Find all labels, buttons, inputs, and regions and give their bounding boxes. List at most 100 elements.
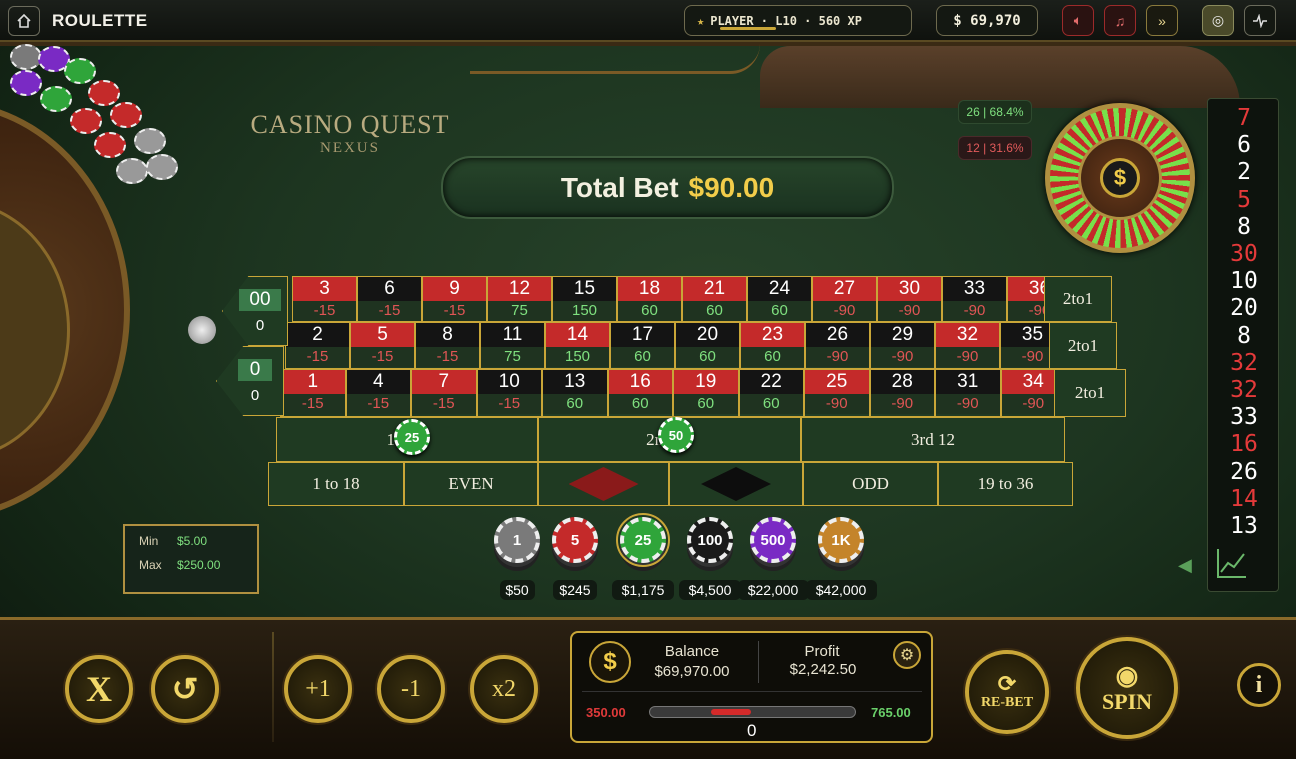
- number-cell[interactable]: 14 150: [545, 322, 610, 369]
- number-cell[interactable]: 6 -15: [357, 276, 422, 322]
- spin-button[interactable]: ◉ SPIN: [1076, 637, 1178, 739]
- number-cell[interactable]: 25 -90: [804, 369, 870, 417]
- trend-chart-icon[interactable]: [1215, 546, 1249, 580]
- chip-5[interactable]: 5: [552, 517, 598, 563]
- number-cell[interactable]: 12 75: [487, 276, 552, 322]
- number-cell[interactable]: 7 -15: [411, 369, 477, 417]
- number-label: 12: [488, 277, 551, 301]
- number-label: 7: [412, 370, 476, 394]
- number-cell[interactable]: 22 60: [738, 369, 804, 417]
- dollar-coin-icon: $: [589, 641, 631, 683]
- chip-100[interactable]: 100: [687, 517, 733, 563]
- zero-label: 0: [237, 358, 273, 381]
- profit-slider[interactable]: [649, 706, 856, 718]
- number-cell[interactable]: 9 -15: [422, 276, 487, 322]
- chip-total-amount: $245: [553, 580, 597, 600]
- number-payout: -15: [423, 301, 486, 321]
- target-button[interactable]: ◎: [1202, 5, 1234, 36]
- dozen-bet-cell[interactable]: 3rd 12: [801, 417, 1065, 462]
- balance-pill[interactable]: $ 69,970: [936, 5, 1038, 36]
- number-payout: 75: [481, 347, 544, 367]
- rebet-icon: ⟳: [997, 671, 1017, 696]
- number-payout: 60: [543, 394, 607, 414]
- collapse-arrow-icon[interactable]: ◀: [1178, 555, 1192, 576]
- number-label: 31: [936, 370, 1000, 394]
- number-cell[interactable]: 33 -90: [942, 276, 1007, 322]
- number-cell[interactable]: 8 -15: [415, 322, 480, 369]
- number-cell[interactable]: 18 60: [617, 276, 682, 322]
- number-cell[interactable]: 10 -15: [476, 369, 542, 417]
- number-cell[interactable]: 2 -15: [285, 322, 350, 369]
- decrease-bet-button[interactable]: -1: [377, 655, 445, 723]
- clear-bets-button[interactable]: X: [65, 655, 133, 723]
- increase-bet-button[interactable]: +1: [284, 655, 352, 723]
- number-label: 11: [481, 323, 544, 347]
- black-bet-cell[interactable]: [669, 462, 803, 506]
- sound-button[interactable]: 🔈︎: [1062, 5, 1094, 36]
- chip-total-amount: $42,000: [805, 580, 877, 600]
- even-bet-cell[interactable]: EVEN: [404, 462, 538, 506]
- number-cell[interactable]: 20 60: [675, 322, 740, 369]
- undo-button[interactable]: ↺: [151, 655, 219, 723]
- player-level-label: PLAYER · L10 · 560 XP: [710, 13, 862, 28]
- number-cell[interactable]: 16 60: [607, 369, 673, 417]
- music-button[interactable]: ♫: [1104, 5, 1136, 36]
- red-bet-cell[interactable]: [538, 462, 669, 506]
- number-cell[interactable]: 28 -90: [869, 369, 935, 417]
- panel-separator: [582, 691, 922, 692]
- placed-chip[interactable]: 50: [658, 417, 694, 453]
- chip-total-amount: $4,500: [679, 580, 741, 600]
- odd-bet-cell[interactable]: ODD: [803, 462, 938, 506]
- settings-button[interactable]: ⚙: [893, 641, 921, 669]
- home-button[interactable]: [8, 6, 40, 36]
- number-cell[interactable]: 27 -90: [812, 276, 877, 322]
- number-label: 10: [477, 370, 541, 394]
- number-cell[interactable]: 30 -90: [877, 276, 942, 322]
- history-number: 6: [1237, 132, 1251, 159]
- placed-chip[interactable]: 25: [394, 419, 430, 455]
- history-number: 7: [1237, 105, 1251, 131]
- number-cell[interactable]: 21 60: [682, 276, 747, 322]
- number-cell[interactable]: 5 -15: [350, 322, 415, 369]
- number-cell[interactable]: 15 150: [552, 276, 617, 322]
- chip-25[interactable]: 25: [616, 513, 670, 567]
- number-cell[interactable]: 29 -90: [870, 322, 935, 369]
- column-bet-cell[interactable]: 2to1: [1054, 369, 1126, 417]
- high-bet-cell[interactable]: 19 to 36: [938, 462, 1073, 506]
- column-bet-cell[interactable]: 2to1: [1049, 322, 1117, 369]
- chip-pile-decoration: [6, 44, 186, 214]
- number-cell[interactable]: 4 -15: [345, 369, 411, 417]
- history-number: 32: [1230, 349, 1258, 376]
- info-icon: i: [1255, 671, 1263, 698]
- number-label: 8: [416, 323, 479, 347]
- chip-500[interactable]: 500: [750, 517, 796, 563]
- number-cell[interactable]: 13 60: [542, 369, 608, 417]
- number-cell[interactable]: 32 -90: [935, 322, 1000, 369]
- player-level-pill[interactable]: ★ PLAYER · L10 · 560 XP: [684, 5, 912, 36]
- info-button[interactable]: i: [1237, 663, 1281, 707]
- number-cell[interactable]: 26 -90: [805, 322, 870, 369]
- stats-button[interactable]: [1244, 5, 1276, 36]
- number-cell[interactable]: 17 60: [610, 322, 675, 369]
- music-note-icon: ♫: [1114, 12, 1126, 29]
- number-label: 21: [683, 277, 746, 301]
- number-cell[interactable]: 23 60: [740, 322, 805, 369]
- double-zero-label: 00: [239, 288, 281, 311]
- number-cell[interactable]: 3 -15: [292, 276, 357, 322]
- history-number: 8: [1237, 322, 1251, 349]
- chip-1K[interactable]: 1K: [818, 517, 864, 563]
- double-bet-button[interactable]: x2: [470, 655, 538, 723]
- logo-title: CASINO QUEST: [250, 110, 450, 139]
- fast-forward-button[interactable]: »: [1146, 5, 1178, 36]
- history-number: 30: [1230, 241, 1258, 267]
- column-bet-cell[interactable]: 2to1: [1044, 276, 1112, 322]
- number-cell[interactable]: 11 75: [480, 322, 545, 369]
- number-cell[interactable]: 31 -90: [935, 369, 1001, 417]
- low-bet-cell[interactable]: 1 to 18: [268, 462, 404, 506]
- chip-1[interactable]: 1: [494, 517, 540, 563]
- number-cell[interactable]: 1 -15: [280, 369, 346, 417]
- number-cell[interactable]: 24 60: [747, 276, 812, 322]
- chip-total-amount: $22,000: [737, 580, 809, 600]
- rebet-button[interactable]: ⟳ RE-BET: [965, 650, 1049, 734]
- number-cell[interactable]: 19 60: [673, 369, 739, 417]
